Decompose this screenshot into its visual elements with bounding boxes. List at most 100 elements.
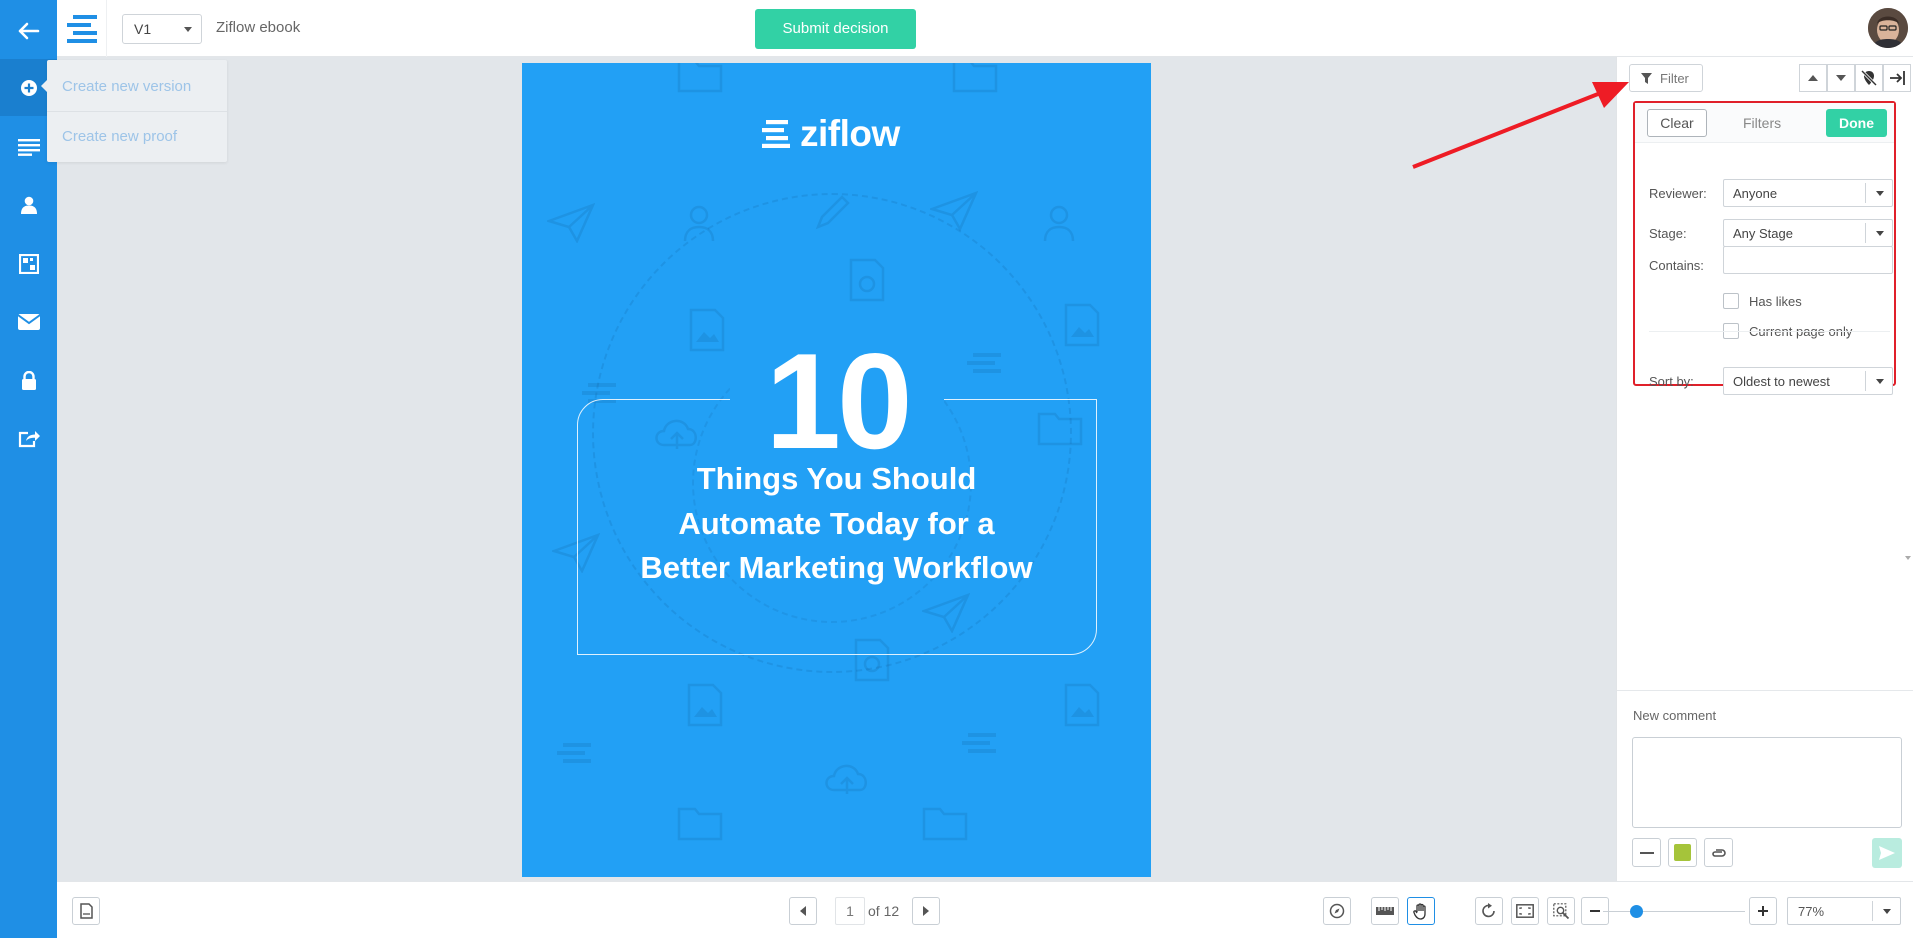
compass-button[interactable] <box>1323 897 1351 925</box>
send-comment-button[interactable] <box>1872 838 1902 868</box>
stage-select[interactable]: Any Stage <box>1723 219 1893 247</box>
document-page[interactable]: ziflow 10 Things You Should Automate Tod… <box>522 63 1151 877</box>
zoom-area-button[interactable] <box>1547 897 1575 925</box>
stage-label: Stage: <box>1649 226 1687 241</box>
new-comment-input[interactable] <box>1632 737 1902 828</box>
rotate-button[interactable] <box>1475 897 1503 925</box>
ebook-title-line: Things You Should <box>696 461 977 496</box>
has-likes-label: Has likes <box>1749 294 1802 309</box>
collapse-right-icon <box>1890 71 1905 85</box>
minus-icon <box>1590 910 1600 912</box>
reviewer-value: Anyone <box>1733 186 1778 201</box>
funnel-icon <box>1641 73 1652 84</box>
page-icon <box>79 903 93 919</box>
paper-plane-icon <box>930 191 978 231</box>
ruler-icon <box>1376 907 1394 915</box>
has-likes-checkbox[interactable] <box>1723 293 1739 309</box>
previous-page-button[interactable] <box>789 897 817 925</box>
paperclip-icon <box>1711 848 1726 857</box>
menu-divider <box>47 111 227 112</box>
filter-divider <box>1649 331 1890 332</box>
thumbnails-button[interactable] <box>72 897 100 925</box>
user-outline-icon <box>683 205 715 242</box>
pin-off-icon <box>1861 70 1877 86</box>
hide-markers-button[interactable] <box>1855 64 1883 92</box>
comments-scrollbar[interactable] <box>1903 101 1913 561</box>
version-select[interactable]: V1 <box>122 14 202 44</box>
new-comment-label: New comment <box>1633 708 1717 723</box>
zoom-slider-handle[interactable] <box>1629 905 1643 918</box>
zoom-in-button[interactable] <box>1749 897 1777 925</box>
comments-panel: Filter Clear Filters Done Reviewer: Anyo… <box>1616 57 1913 881</box>
fit-page-button[interactable] <box>1511 897 1539 925</box>
reviewer-select[interactable]: Anyone <box>1723 179 1893 207</box>
hand-icon <box>1413 902 1426 920</box>
reviewer-label: Reviewer: <box>1649 186 1707 201</box>
create-new-proof-item[interactable]: Create new proof <box>62 128 177 145</box>
sort-label: Sort by: <box>1649 374 1694 389</box>
lines-icon <box>967 353 1001 373</box>
filter-panel-header: Clear Filters Done <box>1635 103 1894 143</box>
back-arrow-icon[interactable] <box>0 2 57 59</box>
ziflow-logo[interactable] <box>57 0 107 57</box>
pan-tool-button[interactable] <box>1407 897 1435 925</box>
version-value: V1 <box>134 21 152 37</box>
ebook-number: 10 <box>730 331 944 471</box>
compare-icon[interactable] <box>0 235 57 292</box>
image-file-icon <box>1064 683 1100 727</box>
zoom-slider[interactable] <box>1603 905 1745 918</box>
avatar[interactable] <box>1868 8 1908 48</box>
folder-icon <box>922 807 968 841</box>
filter-label: Filter <box>1660 71 1689 86</box>
lock-icon[interactable] <box>0 352 57 409</box>
create-new-version-item[interactable]: Create new version <box>62 78 191 95</box>
sort-value: Oldest to newest <box>1733 374 1830 389</box>
triangle-up-icon <box>1808 75 1818 81</box>
folder-icon <box>952 63 998 93</box>
play-file-icon <box>849 258 885 302</box>
user-icon[interactable] <box>0 176 57 233</box>
ebook-brand: ziflow <box>762 113 900 155</box>
color-swatch-icon <box>1674 844 1691 861</box>
chevron-down-icon <box>1883 909 1891 914</box>
previous-comment-button[interactable] <box>1799 64 1827 92</box>
zoom-select[interactable]: 77% <box>1787 897 1901 925</box>
folder-icon <box>677 807 723 841</box>
page-total: of 12 <box>868 903 900 919</box>
ebook-title-line: Automate Today for a <box>678 506 995 541</box>
bottom-bar: 1 of 12 77% <box>57 881 1913 938</box>
next-comment-button[interactable] <box>1827 64 1855 92</box>
done-button[interactable]: Done <box>1826 109 1887 137</box>
plus-icon <box>1758 906 1768 916</box>
share-icon[interactable] <box>0 410 57 467</box>
triangle-right-icon <box>923 906 929 916</box>
lines-icon <box>962 733 996 753</box>
line-tool-button[interactable] <box>1632 838 1661 867</box>
attach-button[interactable] <box>1704 838 1733 867</box>
image-file-icon <box>1064 303 1100 347</box>
user-outline-icon <box>1043 205 1075 242</box>
ruler-button[interactable] <box>1371 897 1399 925</box>
menu-pointer <box>41 80 47 92</box>
image-file-icon <box>687 683 723 727</box>
ebook-brand-name: ziflow <box>800 113 900 154</box>
next-page-button[interactable] <box>912 897 940 925</box>
send-icon <box>1879 846 1895 860</box>
folder-icon <box>677 63 723 93</box>
top-bar: V1 Ziflow ebook Submit decision <box>57 0 1913 57</box>
sort-select[interactable]: Oldest to newest <box>1723 367 1893 395</box>
contains-input[interactable] <box>1723 246 1893 274</box>
paper-plane-icon <box>547 203 595 243</box>
filter-button[interactable]: Filter <box>1629 64 1703 92</box>
collapse-panel-button[interactable] <box>1883 64 1911 92</box>
submit-decision-button[interactable]: Submit decision <box>755 9 916 49</box>
line-icon <box>1639 851 1654 854</box>
ziflow-mark-icon <box>762 120 790 148</box>
page-number-input[interactable]: 1 <box>835 897 865 925</box>
color-picker-button[interactable] <box>1668 838 1697 867</box>
document-title: Ziflow ebook <box>216 19 301 36</box>
comment-divider <box>1617 690 1913 691</box>
clear-button[interactable]: Clear <box>1647 109 1707 137</box>
envelope-icon[interactable] <box>0 293 57 350</box>
lines-icon <box>557 743 591 763</box>
